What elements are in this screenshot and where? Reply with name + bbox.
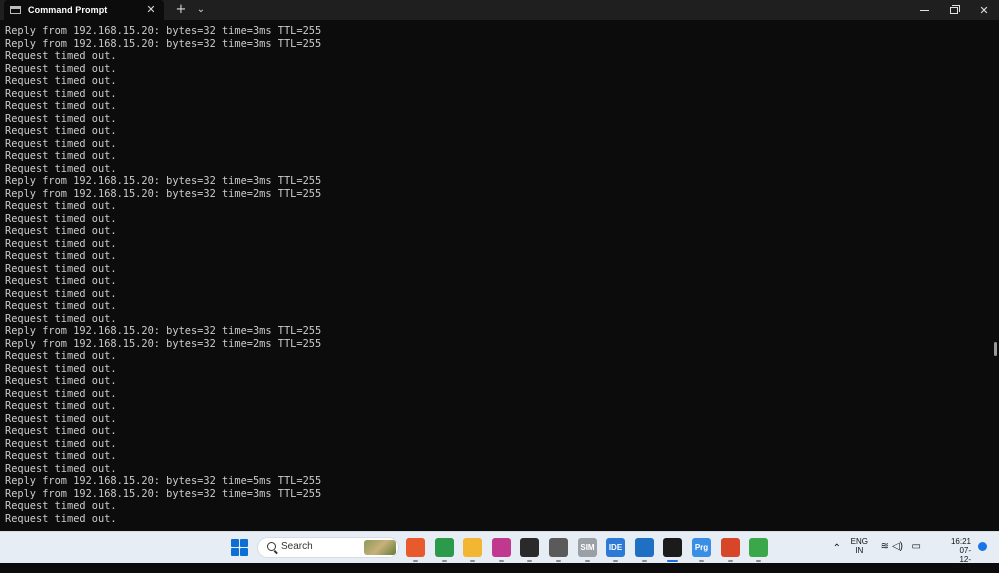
terminal-line: Request timed out. [5,262,117,275]
terminal-line: Reply from 192.168.15.20: bytes=32 time=… [5,25,322,37]
terminal-line: Request timed out. [5,125,117,137]
terminal-line: Request timed out. [5,250,117,262]
clock[interactable]: 16:21 07-12-2023 [951,537,971,573]
close-icon: ✕ [979,3,989,17]
terminal-output[interactable]: Reply from 192.168.15.20: bytes=32 time=… [5,25,985,525]
app-label: Prg [694,543,709,552]
terminal-line: Request timed out. [5,62,117,75]
new-tab-button[interactable]: + [170,0,192,20]
terminal-line: Request timed out. [5,275,117,287]
terminal-line: Request timed out. [5,87,117,100]
taskbar: Search SIM IDE Prg ⌃ ENG IN ≋ ◁) ▭ 16:21 0… [0,531,999,573]
terminal-line: Request timed out. [5,100,117,112]
maximize-button[interactable] [939,0,969,20]
app-icon[interactable] [635,538,654,562]
restore-icon [950,4,960,14]
terminal-line: Reply from 192.168.15.20: bytes=32 time=… [5,175,322,187]
terminal-line: Request timed out. [5,412,117,425]
firefox-icon[interactable] [406,538,425,562]
terminal-line: Request timed out. [5,75,117,87]
language-code: ENG [850,537,868,546]
chrome-icon[interactable] [435,538,454,562]
wps-office-icon[interactable] [492,538,511,562]
terminal-line: Reply from 192.168.15.20: bytes=32 time=… [5,187,322,200]
minimize-button[interactable] [909,0,939,20]
terminal-line: Reply from 192.168.15.20: bytes=32 time=… [5,487,322,500]
tab-close-button[interactable]: ✕ [144,3,158,17]
terminal-line: Request timed out. [5,200,117,212]
terminal-line: Request timed out. [5,437,117,450]
terminal-line: Request timed out. [5,375,117,387]
terminal-line: Request timed out. [5,500,117,512]
search-input[interactable]: Search [257,537,399,558]
terminal-line: Reply from 192.168.15.20: bytes=32 time=… [5,475,322,487]
clock-time: 16:21 [950,537,971,546]
ide-icon[interactable]: IDE [606,538,625,562]
terminal-line: Request timed out. [5,300,117,312]
language-region: IN [855,546,864,555]
terminal-line: Request timed out. [5,387,117,400]
app-label: IDE [608,543,623,552]
terminal-line: Request timed out. [5,400,117,412]
search-icon [267,542,276,551]
terminal-line: Request timed out. [5,237,117,250]
clock-date: 07-12-2023 [953,546,971,573]
terminal-line: Request timed out. [5,150,117,162]
terminal-line: Request timed out. [5,162,117,175]
wifi-icon[interactable]: ≋ [881,541,889,552]
terminal-line: Request timed out. [5,450,117,462]
terminal-line: Reply from 192.168.15.20: bytes=32 time=… [5,337,322,350]
terminal-line: Request timed out. [5,462,117,475]
terminal-line: Request timed out. [5,212,117,225]
file-explorer-icon[interactable] [463,538,482,562]
prg-app-icon[interactable]: Prg [692,538,711,562]
terminal-line: Request timed out. [5,225,117,237]
terminal-line: Request timed out. [5,137,117,150]
tab-title: Command Prompt [28,5,108,15]
sim-app-icon[interactable]: SIM [578,538,597,562]
terminal-line: Request timed out. [5,512,117,525]
language-indicator[interactable]: ENG IN [851,537,868,555]
terminal-line: Request timed out. [5,112,117,125]
terminal-line: Reply from 192.168.15.20: bytes=32 time=… [5,37,322,50]
app-icon[interactable] [721,538,740,562]
window-controls: ✕ [909,0,999,20]
windows-logo-icon [231,539,239,547]
tab-command-prompt[interactable]: Command Prompt ✕ [4,0,164,20]
terminal-line: Reply from 192.168.15.20: bytes=32 time=… [5,325,322,337]
app-icon[interactable] [749,538,768,562]
battery-icon[interactable]: ▭ [912,541,921,552]
close-button[interactable]: ✕ [969,0,999,20]
scrollbar-thumb[interactable] [994,342,997,356]
terminal-line: Request timed out. [5,362,117,375]
app-icon[interactable] [520,538,539,562]
minimize-icon [919,9,929,11]
command-prompt-icon [10,6,21,14]
terminal-line: Request timed out. [5,425,117,437]
notification-icon[interactable] [978,542,987,551]
app-label: SIM [580,543,595,552]
terminal-line: Request timed out. [5,312,117,325]
search-label: Search [281,541,313,552]
terminal-icon[interactable] [663,538,682,562]
title-bar: Command Prompt ✕ + ⌄ ✕ [0,0,999,20]
terminal-line: Request timed out. [5,50,117,62]
volume-icon[interactable]: ◁) [892,541,903,552]
app-icon[interactable] [549,538,568,562]
search-highlight-image [364,540,396,555]
start-button[interactable] [231,539,248,556]
terminal-line: Request timed out. [5,350,117,362]
tab-dropdown-button[interactable]: ⌄ [192,0,210,20]
terminal-line: Request timed out. [5,287,117,300]
show-hidden-icons-icon[interactable]: ⌃ [833,543,841,554]
